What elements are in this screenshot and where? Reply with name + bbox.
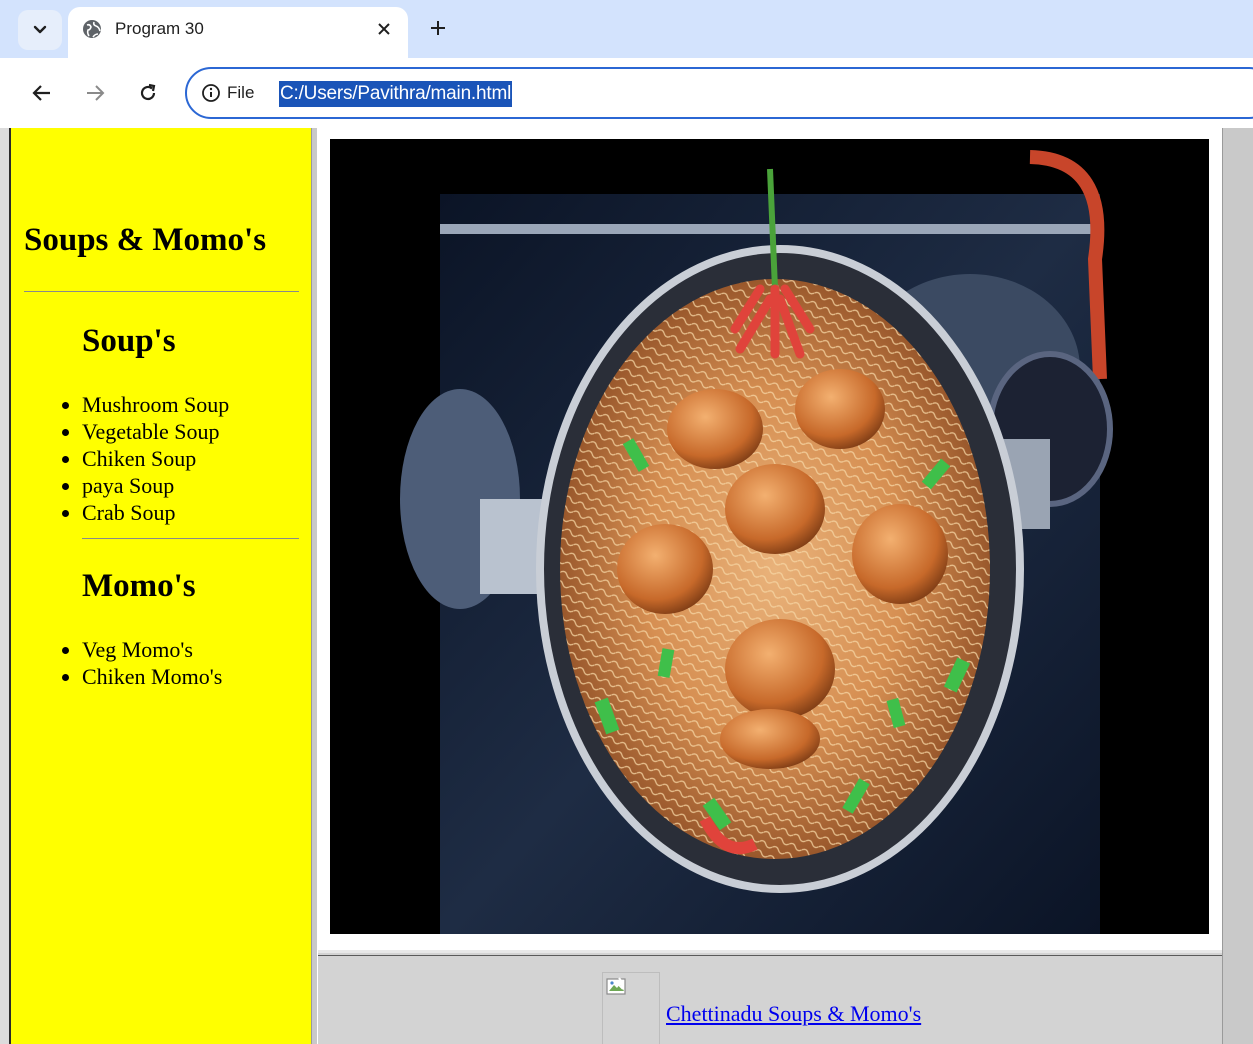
momos-list: Veg Momo's Chiken Momo's	[82, 636, 222, 690]
frame-scroll-gutter[interactable]	[1222, 128, 1253, 1044]
forward-button[interactable]	[77, 75, 113, 111]
url-text[interactable]: C:/Users/Pavithra/main.html	[279, 81, 513, 107]
main-frame	[318, 128, 1222, 950]
reload-button[interactable]	[130, 75, 166, 111]
globe-icon	[83, 20, 101, 38]
sidebar-frame: Soups & Momo's Soup's Mushroom Soup Vege…	[9, 128, 311, 1044]
page-viewport: Soups & Momo's Soup's Mushroom Soup Vege…	[0, 128, 1253, 1044]
soups-heading: Soup's	[82, 323, 176, 359]
browser-tab[interactable]: Program 30	[68, 7, 408, 58]
divider	[24, 291, 299, 292]
arrow-left-icon	[32, 85, 50, 101]
footer-frame: Chettinadu Soups & Momo's	[318, 950, 1222, 1044]
close-icon	[378, 23, 390, 35]
address-bar[interactable]: File C:/Users/Pavithra/main.html	[185, 67, 1253, 119]
divider	[82, 538, 299, 539]
broken-image	[602, 972, 660, 1044]
frame-resize-handle[interactable]	[311, 128, 318, 1044]
new-tab-button[interactable]	[422, 12, 454, 44]
sidebar-title: Soups & Momo's	[24, 222, 267, 258]
soups-list: Mushroom Soup Vegetable Soup Chiken Soup…	[82, 391, 229, 526]
tab-title: Program 30	[115, 19, 204, 38]
tab-search-button[interactable]	[18, 10, 62, 50]
list-item: Vegetable Soup	[82, 418, 229, 445]
window-edge	[0, 128, 9, 1044]
footer-link[interactable]: Chettinadu Soups & Momo's	[666, 1001, 921, 1027]
list-item: Mushroom Soup	[82, 391, 229, 418]
back-button[interactable]	[24, 75, 60, 111]
momos-heading: Momo's	[82, 568, 196, 604]
list-item: Chiken Soup	[82, 445, 229, 472]
arrow-right-icon	[87, 85, 105, 101]
broken-image-icon	[606, 977, 626, 995]
site-info-chip[interactable]: File	[201, 81, 254, 105]
divider	[318, 955, 1222, 956]
browser-toolbar: File C:/Users/Pavithra/main.html	[0, 58, 1253, 128]
reload-icon	[140, 83, 156, 101]
list-item: Veg Momo's	[82, 636, 222, 663]
plus-icon	[431, 21, 445, 35]
noodles-momos-picture	[330, 139, 1209, 934]
tab-strip: Program 30	[0, 0, 1253, 58]
list-item: Chiken Momo's	[82, 663, 222, 690]
list-item: paya Soup	[82, 472, 229, 499]
food-image	[330, 139, 1209, 934]
tab-close-button[interactable]	[371, 16, 397, 42]
info-icon	[202, 84, 220, 102]
list-item: Crab Soup	[82, 499, 229, 526]
site-info-label: File	[227, 83, 255, 102]
chevron-down-icon	[33, 25, 47, 34]
